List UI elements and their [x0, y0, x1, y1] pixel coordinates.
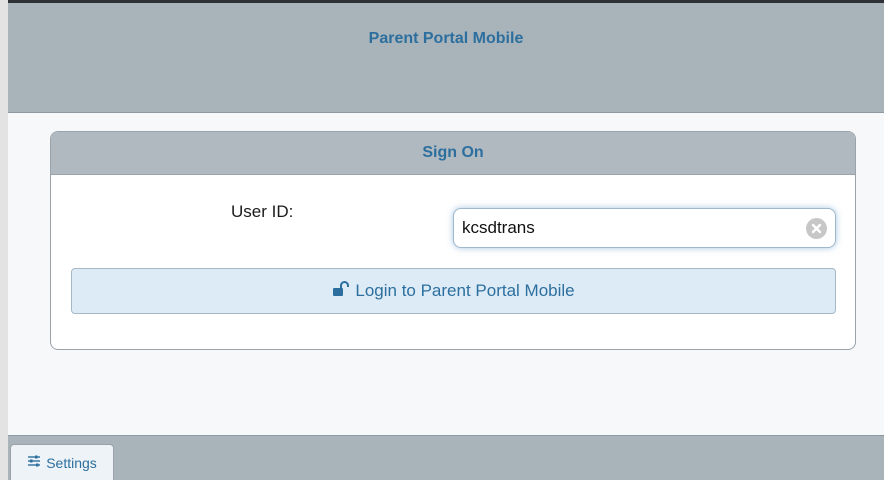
user-id-input[interactable]	[462, 209, 792, 247]
sign-on-header: Sign On	[51, 132, 855, 175]
top-bar: Parent Portal Mobile	[8, 0, 884, 113]
settings-button[interactable]: Settings	[10, 444, 114, 480]
settings-label: Settings	[46, 455, 97, 471]
sliders-icon	[27, 454, 41, 472]
login-button[interactable]: Login to Parent Portal Mobile	[71, 268, 836, 314]
unlock-icon	[332, 280, 350, 302]
sign-on-title: Sign On	[422, 144, 484, 161]
sign-on-panel: Sign On User ID: Login to Parent Por	[50, 131, 856, 350]
clear-x-icon[interactable]	[806, 218, 827, 239]
bottom-bar: Settings	[8, 435, 884, 480]
user-id-field	[453, 208, 836, 248]
login-button-label: Login to Parent Portal Mobile	[355, 281, 575, 300]
user-id-label: User ID:	[231, 202, 294, 221]
app-window: Parent Portal Mobile Sign On User ID: kc…	[0, 0, 884, 480]
user-id-row: User ID:	[51, 198, 855, 248]
app-title: Parent Portal Mobile	[368, 30, 524, 47]
